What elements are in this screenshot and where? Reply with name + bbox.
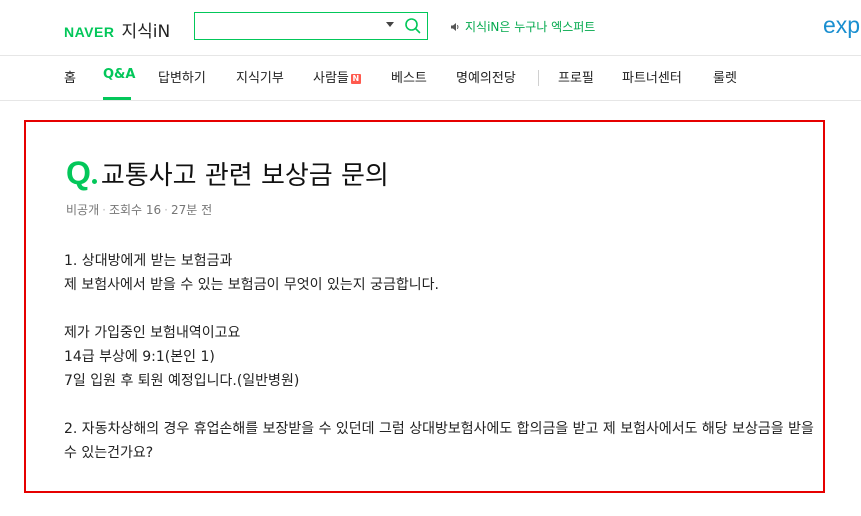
question-views: 조회수 16: [108, 203, 162, 217]
nav-home[interactable]: 홈: [64, 67, 76, 86]
body-line: 제 보험사에서 받을 수 있는 보험금이 무엇이 있는지 궁금합니다.: [64, 277, 439, 293]
question-meta: 비공개 · 조회수 16 · 27분 전: [66, 203, 213, 217]
nav-qna[interactable]: Q&A: [103, 67, 135, 82]
kin-logo[interactable]: 지식iN: [121, 17, 170, 42]
active-tab-indicator: [103, 97, 131, 100]
nav-people-label: 사람들: [313, 71, 349, 86]
logo[interactable]: NAVER 지식iN: [64, 17, 170, 42]
search-box: [194, 12, 428, 40]
question-time: 27분 전: [171, 203, 213, 217]
search-icon[interactable]: [403, 16, 423, 36]
nav-profile[interactable]: 프로필: [558, 67, 594, 86]
speaker-icon: [451, 22, 459, 31]
question-title: Q 교통사고 관련 보상금 문의: [66, 155, 389, 192]
nav-donation[interactable]: 지식기부: [236, 67, 284, 86]
search-input[interactable]: [201, 16, 385, 38]
search-dropdown-icon[interactable]: [386, 22, 394, 27]
expert-logo[interactable]: exp: [823, 12, 860, 39]
nav-roulette[interactable]: 룰렛: [713, 67, 737, 86]
body-line: 7일 입원 후 퇴원 예정입니다.(일반병원): [64, 373, 300, 389]
question-title-text: 교통사고 관련 보상금 문의: [100, 161, 389, 191]
nav-partner-center[interactable]: 파트너센터: [622, 67, 682, 86]
body-line: 2. 자동차상해의 경우 휴업손해를 보장받을 수 있던데 그럼 상대방보험사에…: [64, 421, 814, 461]
body-line: 제가 가입중인 보험내역이고요: [64, 325, 241, 341]
question-author: 비공개: [66, 203, 100, 217]
nav-hall-of-fame[interactable]: 명예의전당: [456, 67, 516, 86]
nav-people[interactable]: 사람들 N: [313, 67, 361, 86]
question-body: 1. 상대방에게 받는 보험금과 제 보험사에서 받을 수 있는 보험금이 무엇…: [64, 249, 814, 465]
notice-text[interactable]: 지식iN은 누구나 엑스퍼트: [465, 18, 595, 35]
body-line: 14급 부상에 9:1(본인 1): [64, 349, 215, 365]
q-dot: [91, 179, 97, 184]
question-section: Q 교통사고 관련 보상금 문의 비공개 · 조회수 16 · 27분 전 1. 상대방…: [24, 120, 825, 493]
main-nav: 홈 Q&A 답변하기 지식기부 사람들 N 베스트 명예의전당 프로필 파트너센터…: [0, 56, 861, 101]
top-header: NAVER 지식iN 지식iN은 누구나 엑스퍼트 exp: [0, 0, 861, 56]
nav-answer[interactable]: 답변하기: [158, 67, 206, 86]
naver-logo[interactable]: NAVER: [64, 24, 114, 40]
new-badge: N: [350, 74, 361, 84]
body-line: 1. 상대방에게 받는 보험금과: [64, 253, 233, 269]
expert-notice-link[interactable]: 지식iN은 누구나 엑스퍼트: [450, 18, 595, 35]
nav-best[interactable]: 베스트: [391, 67, 427, 86]
q-mark-icon: Q: [66, 155, 91, 191]
nav-divider: [538, 70, 539, 86]
